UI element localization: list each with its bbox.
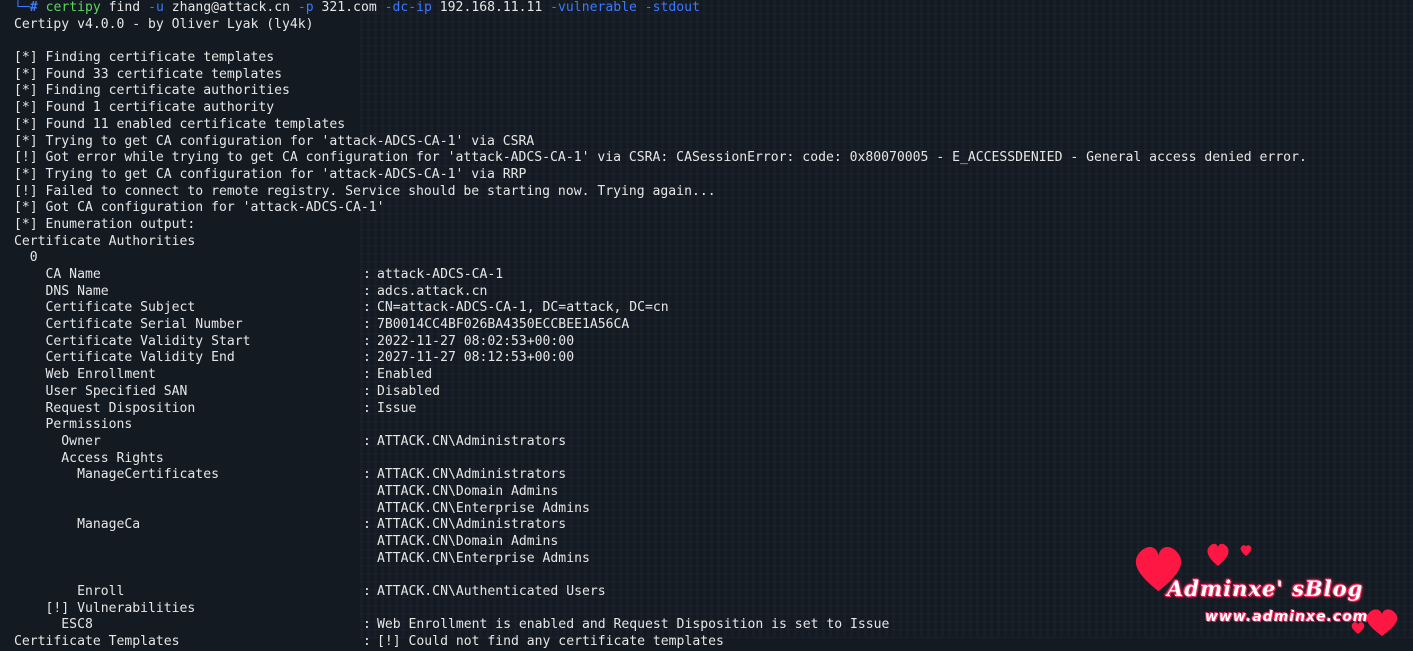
field-value: CN=attack-ADCS-CA-1, DC=attack, DC=cn: [377, 300, 669, 316]
flag-password: -p: [297, 0, 314, 15]
flag-dc-ip: -dc-ip: [384, 0, 432, 15]
field-value: Issue: [377, 400, 417, 416]
field-separator: :: [363, 617, 371, 633]
field-value: ATTACK.CN\Administrators: [377, 517, 567, 533]
arg-password: 321.com: [313, 0, 385, 15]
ca-field-row: CA Name: attack-ADCS-CA-1: [14, 267, 1413, 284]
field-separator: :: [363, 283, 371, 299]
field-value: Enabled: [377, 367, 433, 383]
command-line: └─# certipy find -u zhang@attack.cn -p 3…: [14, 0, 1413, 17]
manage-ca-row: ManageCa: ATTACK.CN\Administrators: [14, 517, 1413, 534]
field-separator: :: [363, 467, 371, 483]
ca-field-row: Certificate Validity End:2027-11-27 08:1…: [14, 350, 1413, 367]
field-key: DNS Name: [14, 283, 109, 299]
field-separator: :: [363, 584, 371, 600]
watermark-url: www.adminxe.com: [1205, 609, 1369, 625]
ca-field-row: Web Enrollment: Enabled: [14, 367, 1413, 384]
field-separator: :: [363, 517, 371, 533]
ca-field-row: User Specified SAN: Disabled: [14, 384, 1413, 401]
field-separator: :: [363, 350, 371, 366]
watermark-title: Adminxe' sBlog: [1167, 576, 1364, 601]
field-value: Disabled: [377, 383, 441, 399]
ca-field-row: Certificate Validity Start:2022-11-27 08…: [14, 334, 1413, 351]
field-value: ATTACK.CN\Enterprise Admins: [377, 500, 590, 516]
field-value: ATTACK.CN\Administrators: [377, 467, 567, 483]
permissions-label: Permissions: [14, 417, 133, 433]
access-rights-label: Access Rights: [14, 450, 164, 466]
log-line-error: [!] Got error while trying to get CA con…: [14, 150, 1307, 166]
log-line: [*] Found 1 certificate authority: [14, 100, 275, 116]
log-line: [*] Finding certificate templates: [14, 50, 275, 66]
field-key: CA Name: [14, 267, 101, 282]
field-key: Certificate Validity End: [14, 350, 235, 366]
field-separator: :: [363, 367, 371, 383]
field-value: ATTACK.CN\Domain Admins: [377, 534, 559, 549]
field-key: User Specified SAN: [14, 383, 188, 399]
field-separator: :: [363, 433, 371, 449]
log-line: [*] Trying to get CA configuration for '…: [14, 133, 535, 149]
field-key: ManageCa: [14, 517, 141, 533]
prompt-hash: #: [29, 0, 38, 15]
manage-certificates-row: ATTACK.CN\Domain Admins: [14, 484, 1413, 501]
field-value: ATTACK.CN\Enterprise Admins: [377, 550, 590, 566]
field-separator: :: [363, 267, 371, 282]
arg-dc-ip: 192.168.11.11: [431, 0, 551, 15]
field-value: ATTACK.CN\Domain Admins: [377, 483, 559, 499]
field-separator: :: [363, 634, 371, 650]
field-key: Certificate Serial Number: [14, 317, 243, 333]
flag-stdout: -stdout: [644, 0, 700, 15]
flag-user: -u: [148, 0, 164, 15]
blog-watermark: Adminxe' sBlog www.adminxe.com: [1130, 536, 1413, 638]
field-separator: :: [363, 317, 371, 333]
field-key: Enroll: [14, 584, 125, 600]
field-value: 2022-11-27 08:02:53+00:00: [377, 333, 575, 349]
ca-field-row: DNS Name: adcs.attack.cn: [14, 284, 1413, 301]
log-line-warning: [!] Failed to connect to remote registry…: [14, 183, 716, 199]
log-line: [*] Found 11 enabled certificate templat…: [14, 116, 346, 132]
field-key: Certificate Validity Start: [14, 333, 251, 349]
field-key: Certificate Templates: [14, 634, 180, 650]
field-key: Request Disposition: [14, 400, 196, 416]
ca-index: 0: [14, 250, 38, 266]
flag-vulnerable: -vulnerable: [550, 0, 637, 15]
field-value: adcs.attack.cn: [377, 283, 488, 299]
log-line: [*] Got CA configuration for 'attack-ADC…: [14, 200, 385, 216]
section-ca-heading: Certificate Authorities: [14, 233, 196, 249]
field-separator: :: [363, 333, 371, 349]
log-line: [*] Enumeration output:: [14, 216, 196, 232]
log-line: [*] Found 33 certificate templates: [14, 66, 283, 82]
field-separator: :: [363, 300, 371, 316]
field-key: Web Enrollment: [14, 367, 156, 383]
field-separator: :: [363, 383, 371, 399]
field-value: 2027-11-27 08:12:53+00:00: [377, 350, 575, 366]
field-value: 7B0014CC4BF026BA4350ECCBEE1A56CA: [377, 317, 630, 333]
field-value: [!] Could not find any certificate templ…: [377, 634, 724, 650]
manage-certificates-row: ManageCertificates: ATTACK.CN\Administrat…: [14, 467, 1413, 484]
command-subcommand: find: [100, 0, 149, 15]
log-line: [*] Finding certificate authorities: [14, 83, 290, 99]
field-value: ATTACK.CN\Authenticated Users: [377, 584, 606, 600]
field-key: Owner: [14, 433, 101, 449]
field-key: Certificate Subject: [14, 300, 196, 316]
field-value: Web Enrollment is enabled and Request Di…: [377, 617, 890, 633]
field-separator: :: [363, 400, 371, 416]
ca-field-row: Certificate Serial Number:7B0014CC4BF026…: [14, 317, 1413, 334]
arg-space: [637, 0, 645, 15]
ca-field-row: Certificate Subject: CN=attack-ADCS-CA-1,…: [14, 300, 1413, 317]
log-line: [*] Trying to get CA configuration for '…: [14, 166, 527, 182]
field-key: ManageCertificates: [14, 467, 219, 483]
ca-field-row: Request Disposition: Issue: [14, 401, 1413, 418]
owner-row: Owner: ATTACK.CN\Administrators: [14, 434, 1413, 451]
field-key: ESC8: [14, 617, 93, 633]
prompt-corner: └─: [14, 0, 30, 15]
manage-certificates-row: ATTACK.CN\Enterprise Admins: [14, 501, 1413, 518]
field-value: attack-ADCS-CA-1: [377, 267, 504, 282]
arg-user: zhang@attack.cn: [163, 0, 298, 15]
field-value: ATTACK.CN\Administrators: [377, 433, 567, 449]
command-name: certipy: [45, 0, 101, 15]
banner: Certipy v4.0.0 - by Oliver Lyak (ly4k): [14, 16, 314, 32]
